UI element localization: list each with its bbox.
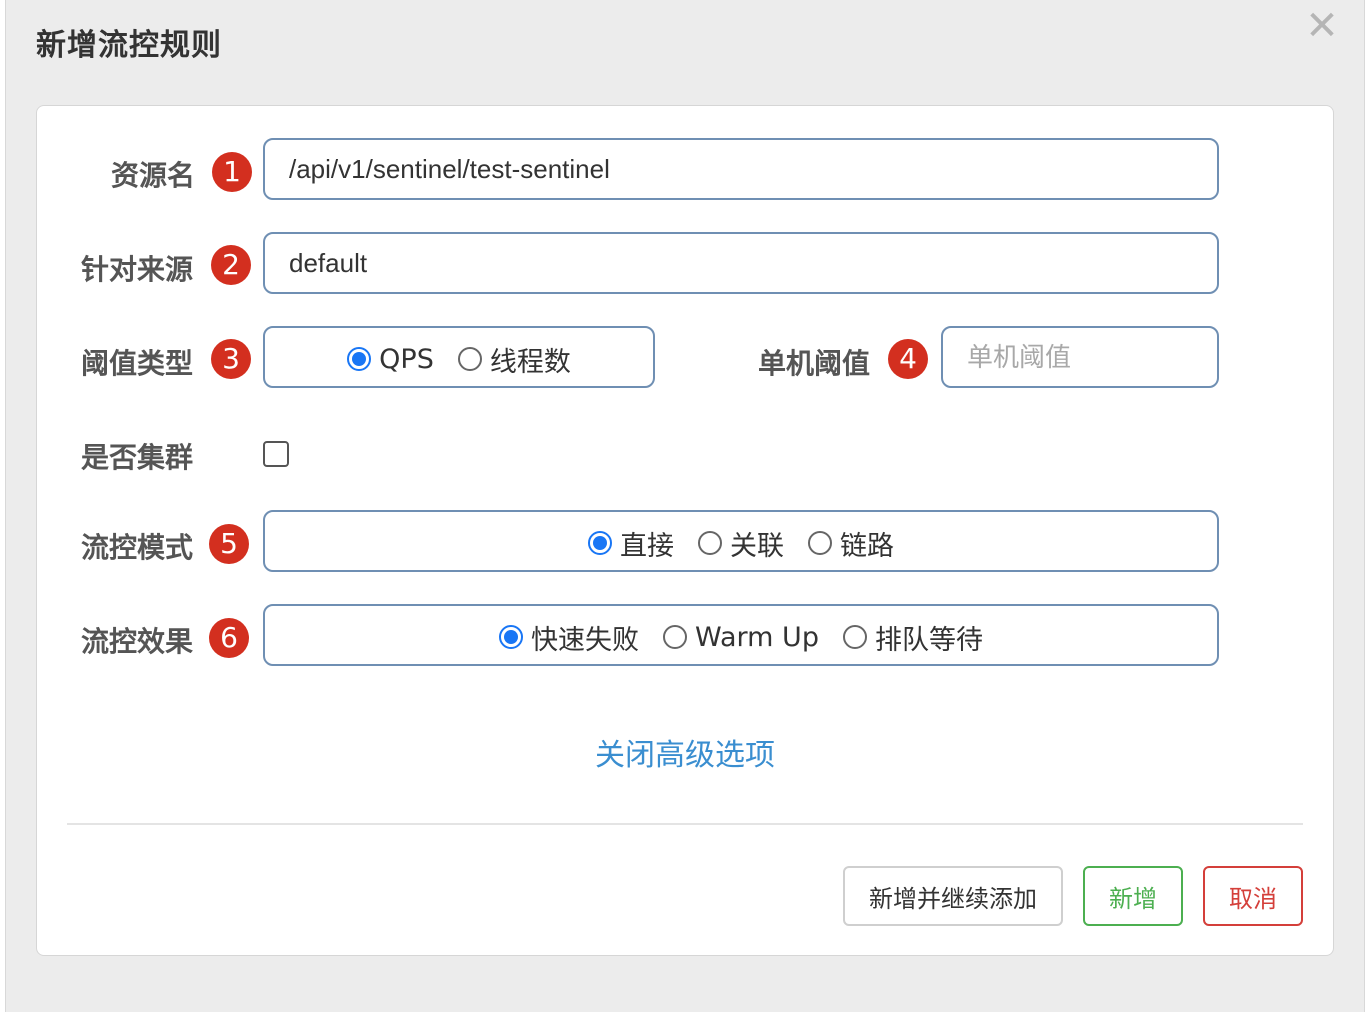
limit-app-input[interactable]: default [263, 232, 1219, 294]
radio-unselected-icon [457, 347, 482, 371]
strategy-label: 流控模式 [81, 531, 194, 564]
strategy-option-label: 链路 [840, 530, 894, 562]
strategy-radio-group: 直接 关联 链路 [263, 510, 1219, 572]
badge-5: 5 [209, 524, 249, 564]
cancel-button[interactable]: 取消 [1203, 866, 1303, 926]
control-behavior-radio-group: 快速失败 Warm Up 排队等待 [263, 604, 1219, 666]
add-button[interactable]: 新增 [1083, 866, 1183, 926]
grade-option-label: 线程数 [489, 346, 571, 378]
behavior-option-label: Warm Up [695, 621, 819, 653]
radio-unselected-icon [808, 531, 832, 555]
strategy-option-label: 关联 [730, 530, 784, 562]
behavior-option-fail-fast[interactable]: 快速失败 [499, 618, 639, 657]
count-label: 单机阈值 [758, 347, 871, 380]
behavior-option-queue[interactable]: 排队等待 [842, 618, 983, 657]
form-panel: 资源名 1 /api/v1/sentinel/test-sentinel 针对来… [36, 105, 1334, 956]
behavior-option-warm-up[interactable]: Warm Up [663, 622, 819, 653]
grade-option-thread[interactable]: 线程数 [457, 340, 571, 379]
badge-6: 6 [209, 618, 249, 658]
cluster-label: 是否集群 [81, 441, 194, 474]
close-icon[interactable]: ✕ [1302, 6, 1342, 46]
behavior-option-label: 排队等待 [874, 624, 983, 656]
add-and-continue-button[interactable]: 新增并继续添加 [843, 866, 1063, 926]
strategy-option-relate[interactable]: 关联 [698, 524, 784, 563]
strategy-option-chain[interactable]: 链路 [808, 524, 894, 563]
radio-selected-icon [499, 625, 524, 649]
add-flow-rule-dialog: 新增流控规则 ✕ 资源名 1 /api/v1/sentinel/test-sen… [6, 0, 1364, 1012]
behavior-option-label: 快速失败 [531, 624, 640, 656]
strategy-option-label: 直接 [620, 530, 674, 562]
cluster-checkbox[interactable] [263, 441, 289, 467]
radio-unselected-icon [842, 625, 867, 649]
grade-option-qps[interactable]: QPS [347, 344, 434, 375]
resource-label: 资源名 [111, 159, 196, 192]
badge-4: 4 [888, 339, 928, 379]
resource-input[interactable]: /api/v1/sentinel/test-sentinel [263, 138, 1219, 200]
limit-app-label: 针对来源 [81, 253, 194, 286]
radio-unselected-icon [663, 625, 688, 649]
control-behavior-label: 流控效果 [81, 625, 194, 658]
badge-2: 2 [211, 245, 251, 285]
count-input[interactable]: 单机阈值 [941, 326, 1219, 388]
close-advanced-options-link[interactable]: 关闭高级选项 [37, 730, 1333, 774]
grade-label: 阈值类型 [81, 347, 194, 380]
strategy-option-direct[interactable]: 直接 [588, 524, 674, 563]
badge-3: 3 [211, 339, 251, 379]
dialog-title: 新增流控规则 [36, 28, 222, 63]
grade-radio-group: QPS 线程数 [263, 326, 655, 388]
footer-divider [67, 823, 1303, 825]
radio-selected-icon [347, 347, 372, 371]
grade-option-label: QPS [379, 343, 434, 375]
radio-unselected-icon [698, 531, 722, 555]
badge-1: 1 [212, 152, 252, 192]
background-page-right [1364, 0, 1370, 1012]
radio-selected-icon [588, 531, 612, 555]
